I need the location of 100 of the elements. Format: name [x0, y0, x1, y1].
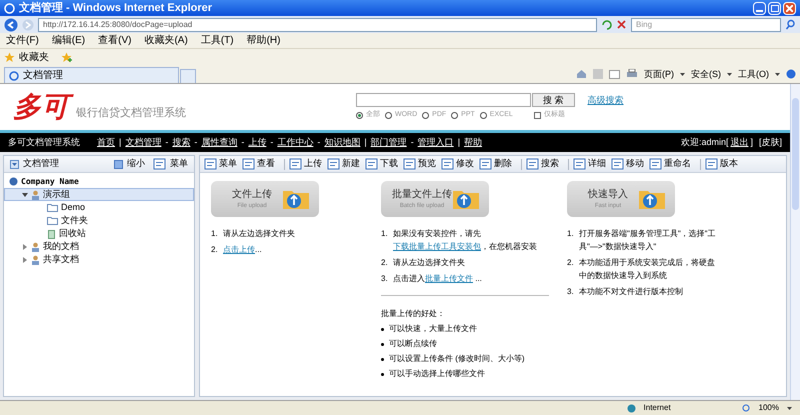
refresh-icon — [601, 19, 612, 30]
link[interactable]: 批量上传文件 — [425, 274, 473, 283]
menu-item[interactable]: 收藏夹(A) — [144, 33, 188, 48]
step-text: 请从左边选择文件夹 — [393, 257, 465, 269]
card-title: 快速导入 — [588, 188, 628, 202]
card-title: 批量文件上传 — [392, 188, 452, 202]
link[interactable]: 点击上传 — [223, 245, 255, 254]
menu-item[interactable]: 帮助(H) — [246, 33, 280, 48]
document-icon — [705, 158, 718, 170]
nav-link[interactable]: 部门管理 — [370, 136, 407, 150]
benefit-text: 可以断点续传 — [389, 338, 437, 350]
step-text: 点击进入批量上传文件 ... — [393, 273, 482, 285]
command-menu[interactable]: 安全(S) — [691, 68, 721, 81]
maximize-button[interactable] — [768, 2, 781, 14]
document-icon — [441, 158, 454, 170]
nav-link[interactable]: 首页 — [97, 136, 115, 150]
collapsed-arrow-icon — [22, 256, 28, 262]
recycle-bin-icon — [47, 228, 56, 238]
nav-link[interactable]: 上传 — [248, 136, 266, 150]
radio-button[interactable] — [480, 112, 487, 119]
caret-icon — [727, 72, 732, 76]
link[interactable]: 下载批量上传工具安装包 — [393, 242, 481, 251]
document-icon — [365, 158, 378, 170]
advanced-search-link[interactable]: 高级搜索 — [588, 94, 624, 107]
nav-link[interactable]: 属性查询 — [201, 136, 238, 150]
nav-link[interactable]: 搜索 — [172, 136, 190, 150]
menu-item[interactable]: 文件(F) — [6, 33, 39, 48]
tree-item[interactable]: 共享文档 — [4, 253, 194, 266]
close-icon — [616, 19, 627, 30]
tree-item[interactable]: Company Name — [4, 175, 194, 188]
folder-icon — [47, 203, 58, 212]
nav-link[interactable]: 管理入口 — [418, 136, 454, 150]
toolbar-button[interactable]: 版本 — [720, 157, 738, 171]
menu-item[interactable]: 编辑(E) — [52, 33, 86, 48]
toolbar-button[interactable]: 删除 — [494, 157, 512, 171]
tree-item[interactable]: 回收站 — [4, 227, 194, 240]
back-icon — [4, 18, 18, 32]
radio-button[interactable] — [422, 112, 430, 119]
card-title: 文件上传 — [232, 188, 272, 202]
step-number: 3. — [567, 286, 575, 298]
menu-item[interactable]: 工具(T) — [200, 33, 234, 48]
search-field[interactable] — [356, 93, 531, 108]
search-icon — [785, 19, 796, 30]
toolbar-button[interactable]: 移动 — [626, 157, 644, 171]
menu-button[interactable]: 菜单 — [170, 157, 188, 171]
caret-icon — [787, 406, 792, 410]
scrollbar[interactable] — [790, 84, 800, 400]
step-number: 1. — [211, 228, 219, 240]
toolbar-button[interactable]: 预览 — [418, 157, 436, 171]
tree-item[interactable]: Demo — [4, 201, 194, 214]
toolbar-button[interactable]: 详细 — [588, 157, 606, 171]
menu-item[interactable]: 查看(V) — [98, 33, 132, 48]
command-menu[interactable]: 工具(O) — [738, 68, 769, 81]
radio-button[interactable] — [356, 112, 363, 119]
upload-folder-icon — [639, 189, 665, 209]
tree-item[interactable]: 文件夹 — [4, 214, 194, 227]
search-button[interactable]: 搜 索 — [532, 93, 575, 108]
nav-separator: - — [165, 136, 168, 149]
toolbar-button[interactable]: 上传 — [304, 157, 322, 171]
shrink-button[interactable]: 缩小 — [127, 157, 145, 171]
skin-link[interactable]: [皮肤] — [758, 136, 782, 150]
tree-label: 共享文档 — [43, 252, 79, 266]
print-icon — [626, 69, 638, 80]
bullet-icon — [381, 342, 384, 346]
toolbar-button[interactable]: 菜单 — [219, 157, 237, 171]
nav-link[interactable]: 文档管理 — [125, 136, 162, 150]
toolbar-button[interactable]: 新建 — [342, 157, 360, 171]
bullet-icon — [381, 328, 384, 330]
nav-link[interactable]: 知识地图 — [324, 136, 360, 150]
caret-icon — [775, 72, 780, 76]
maximize-icon — [770, 4, 778, 12]
zoom-level[interactable]: 100% — [758, 402, 779, 414]
upload-folder-icon — [453, 189, 479, 209]
radio-button[interactable] — [451, 112, 458, 119]
close-button[interactable] — [783, 2, 796, 14]
command-menu[interactable]: 页面(P) — [644, 68, 674, 81]
address-field[interactable]: http://172.16.14.25:8080/docPage=upload — [38, 18, 597, 32]
tree-item[interactable]: 我的文档 — [4, 240, 194, 253]
collapsed-arrow-icon — [22, 244, 28, 250]
benefit-text: 可以手动选择上传哪些文件 — [389, 368, 485, 380]
nav-separator: - — [194, 136, 198, 149]
logout-link[interactable]: 退出 — [730, 136, 748, 150]
bullet-icon — [381, 372, 384, 376]
browser-tab[interactable]: 文档管理 — [4, 67, 179, 83]
toolbar-button[interactable]: 修改 — [456, 157, 474, 171]
document-icon — [526, 158, 539, 170]
scrollbar-thumb[interactable] — [792, 98, 799, 210]
star-icon — [4, 52, 15, 62]
checkbox[interactable] — [534, 112, 541, 119]
nav-link[interactable]: 帮助 — [464, 136, 482, 150]
toolbar-button[interactable]: 重命名 — [664, 157, 691, 171]
nav-link[interactable]: 工作中心 — [277, 136, 314, 150]
minimize-button[interactable] — [753, 2, 766, 14]
toolbar-button[interactable]: 下载 — [380, 157, 398, 171]
favorites-button[interactable]: 收藏夹 — [19, 50, 49, 64]
step-number: 2. — [381, 257, 389, 269]
radio-button[interactable] — [385, 112, 392, 119]
tree-item[interactable]: 演示组 — [4, 188, 194, 201]
toolbar-button[interactable]: 查看 — [257, 157, 275, 171]
toolbar-button[interactable]: 搜索 — [541, 157, 559, 171]
